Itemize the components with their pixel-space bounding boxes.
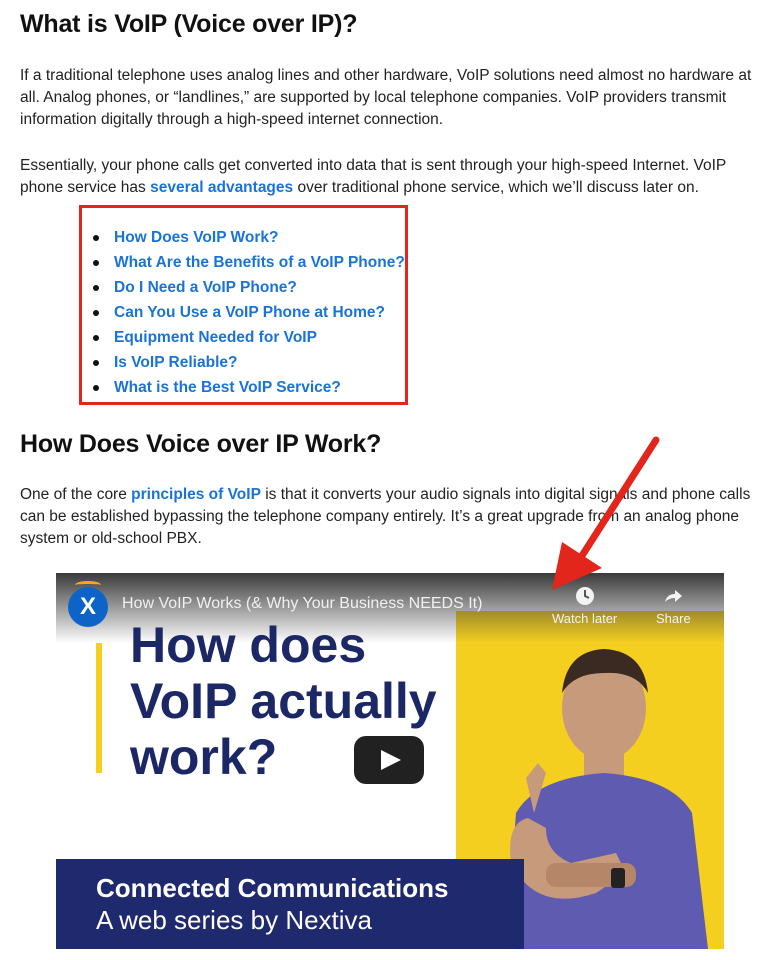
section-heading-what-is-voip: What is VoIP (Voice over IP)? (20, 10, 358, 38)
toc-link-best-service[interactable]: What is the Best VoIP Service? (114, 379, 341, 396)
toc-item: What Are the Benefits of a VoIP Phone? (90, 250, 405, 275)
headline-line-2: VoIP actually (130, 673, 437, 729)
table-of-contents-highlight: How Does VoIP Work? What Are the Benefit… (79, 205, 408, 405)
banner-line-2: A web series by Nextiva (96, 905, 373, 935)
table-of-contents: How Does VoIP Work? What Are the Benefit… (90, 225, 405, 400)
toc-link-reliable[interactable]: Is VoIP Reliable? (114, 354, 237, 371)
annotation-arrow-icon (552, 436, 660, 590)
intro-paragraph: If a traditional telephone uses analog l… (20, 67, 752, 128)
youtube-video-embed[interactable]: X How VoIP Works (& Why Your Business NE… (56, 573, 724, 949)
how-text-before: One of the core (20, 486, 132, 503)
channel-logo-ring (75, 581, 101, 589)
thumbnail-yellow-stripe (96, 643, 102, 773)
toc-item: What is the Best VoIP Service? (90, 375, 405, 400)
advantages-paragraph: Essentially, your phone calls get conver… (20, 155, 760, 199)
headline-line-1: How does (130, 617, 367, 673)
several-advantages-link[interactable]: several advantages (150, 179, 293, 196)
section-heading-how-voip-works: How Does Voice over IP Work? (20, 430, 382, 458)
principles-of-voip-link[interactable]: principles of VoIP (131, 486, 261, 503)
banner-line-1: Connected Communications (96, 873, 449, 903)
toc-item: How Does VoIP Work? (90, 225, 405, 250)
video-title[interactable]: How VoIP Works (& Why Your Business NEED… (122, 595, 482, 613)
toc-item: Equipment Needed for VoIP (90, 325, 405, 350)
toc-link-how-voip-works[interactable]: How Does VoIP Work? (114, 229, 279, 246)
watch-later-label: Watch later (552, 611, 618, 626)
channel-logo-icon[interactable]: X (68, 587, 108, 627)
toc-link-benefits[interactable]: What Are the Benefits of a VoIP Phone? (114, 254, 405, 271)
advantages-text-after: over traditional phone service, which we… (293, 179, 699, 196)
toc-link-voip-at-home[interactable]: Can You Use a VoIP Phone at Home? (114, 304, 385, 321)
thumbnail-banner: Connected Communications A web series by… (56, 859, 524, 949)
toc-item: Can You Use a VoIP Phone at Home? (90, 300, 405, 325)
toc-link-need-voip-phone[interactable]: Do I Need a VoIP Phone? (114, 279, 297, 296)
toc-item: Do I Need a VoIP Phone? (90, 275, 405, 300)
toc-link-equipment[interactable]: Equipment Needed for VoIP (114, 329, 317, 346)
toc-item: Is VoIP Reliable? (90, 350, 405, 375)
play-button-icon[interactable] (354, 736, 424, 784)
share-label: Share (656, 611, 691, 626)
